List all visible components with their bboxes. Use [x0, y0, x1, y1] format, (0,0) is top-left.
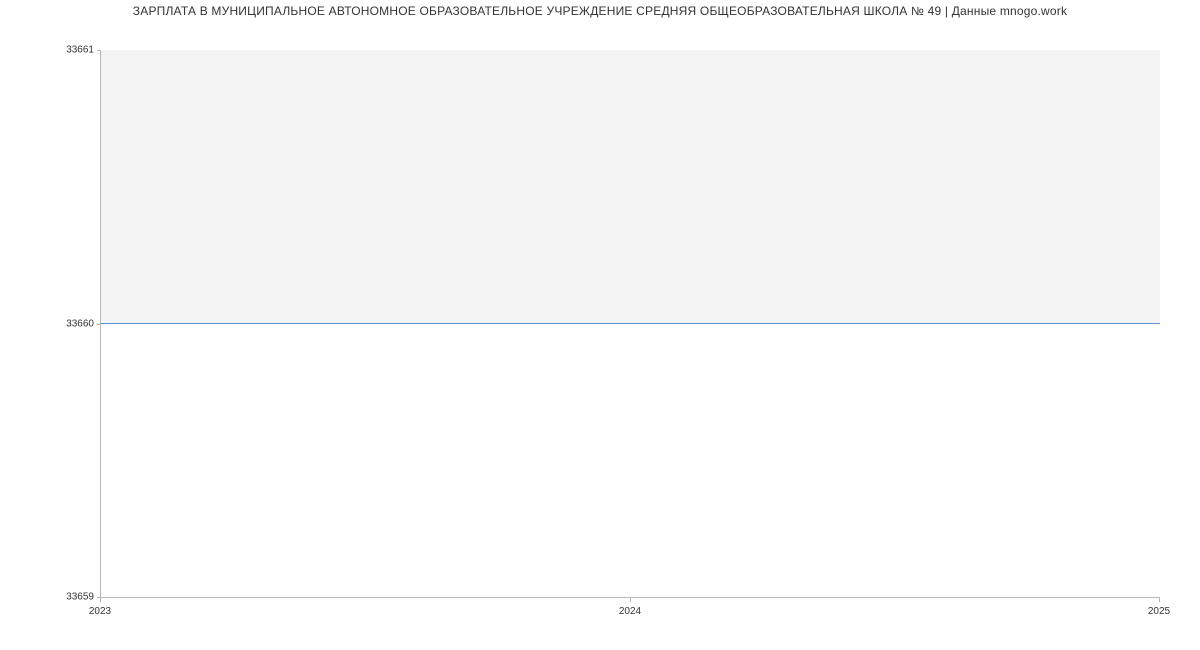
y-tick-label: 33660: [4, 319, 94, 330]
x-tick-label: 2025: [1148, 606, 1170, 617]
chart-container: ЗАРПЛАТА В МУНИЦИПАЛЬНОЕ АВТОНОМНОЕ ОБРА…: [0, 0, 1200, 650]
x-tick-label: 2024: [619, 606, 641, 617]
x-tick-mark: [1159, 598, 1160, 602]
y-tick-mark: [97, 50, 101, 51]
x-tick-label: 2023: [89, 606, 111, 617]
x-tick-mark: [630, 598, 631, 602]
series-line: [101, 323, 1160, 324]
plot-lower-band: [101, 324, 1160, 597]
chart-title: ЗАРПЛАТА В МУНИЦИПАЛЬНОЕ АВТОНОМНОЕ ОБРА…: [0, 4, 1200, 18]
y-tick-label: 33661: [4, 45, 94, 56]
x-tick-mark: [100, 598, 101, 602]
plot-area: [100, 50, 1160, 598]
y-tick-mark: [97, 324, 101, 325]
y-tick-label: 33659: [4, 592, 94, 603]
